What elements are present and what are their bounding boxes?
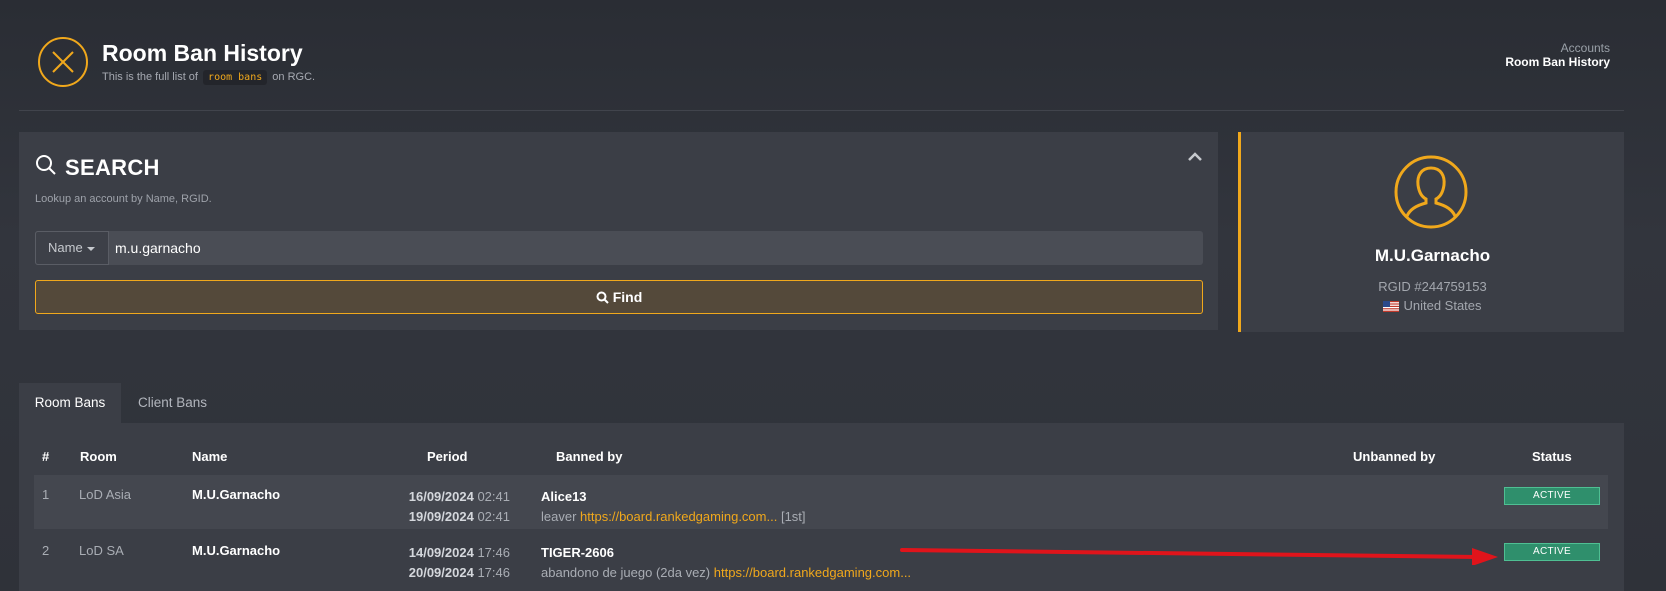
search-card: SEARCH Lookup an account by Name, RGID. …	[19, 132, 1218, 330]
period-start-time: 02:41	[477, 489, 510, 504]
subtitle-code-chip: room bans	[203, 70, 268, 85]
bans-table: # Room Name Period Banned by Unbanned by…	[19, 423, 1624, 591]
period-start-date: 14/09/2024	[408, 545, 474, 560]
period-start-time: 17:46	[477, 545, 510, 560]
ban-reason: leaver	[541, 509, 577, 524]
period-end-date: 19/09/2024	[408, 509, 474, 524]
find-button-label: Find	[612, 289, 643, 305]
profile-name: M.U.Garnacho	[1374, 246, 1491, 265]
ban-link[interactable]: https://board.rankedgaming.com...	[714, 565, 911, 580]
table-row: 1 LoD Asia M.U.Garnacho 16/09/2024 02:41…	[34, 475, 1608, 529]
page-title: Room Ban History	[102, 40, 303, 66]
row-banned-by: TIGER-2606 abandono de juego (2da vez) h…	[541, 543, 911, 583]
period-end-date: 20/09/2024	[408, 565, 474, 580]
subtitle-text: This is the full list of	[102, 71, 198, 83]
row-room: LoD SA	[79, 543, 124, 558]
close-circle-icon	[38, 37, 88, 87]
column-header-banned-by: Banned by	[556, 449, 623, 464]
profile-country: United States	[1241, 298, 1624, 315]
caret-down-icon	[86, 246, 95, 251]
profile-rgid: RGID #244759153	[1378, 279, 1487, 294]
us-flag-icon	[1383, 300, 1400, 315]
row-period: 14/09/2024 17:46 20/09/2024 17:46	[370, 543, 510, 583]
annotation-arrow-icon	[900, 548, 1498, 565]
subtitle-text-end: on RGC.	[272, 71, 316, 83]
column-header-unbanned-by: Unbanned by	[1353, 449, 1436, 464]
tab-client-bans[interactable]: Client Bans	[138, 383, 207, 423]
row-name[interactable]: M.U.Garnacho	[192, 487, 280, 502]
row-number: 2	[42, 543, 50, 558]
country-label: United States	[1403, 298, 1482, 313]
profile-card: M.U.Garnacho RGID #244759153 United Stat…	[1238, 132, 1624, 332]
user-avatar-icon	[1393, 154, 1469, 235]
column-header-status: Status	[1532, 449, 1572, 464]
ban-link[interactable]: https://board.rankedgaming.com...	[580, 509, 777, 524]
page-header: Room Ban History This is the full list o…	[38, 37, 1624, 91]
search-input[interactable]	[115, 231, 1195, 265]
period-end-time: 17:46	[477, 565, 510, 580]
banned-by-name[interactable]: TIGER-2606	[541, 543, 911, 563]
ban-suffix: [1st]	[780, 509, 806, 524]
row-period: 16/09/2024 02:41 19/09/2024 02:41	[370, 487, 510, 527]
breadcrumb-current: Room Ban History	[1505, 55, 1610, 69]
period-end-time: 02:41	[477, 509, 510, 524]
status-badge: ACTIVE	[1504, 487, 1600, 505]
search-icon	[35, 154, 57, 181]
select-label: Name	[48, 240, 83, 255]
row-room: LoD Asia	[79, 487, 132, 502]
column-header-room: Room	[80, 449, 117, 464]
ban-reason: abandono de juego (2da vez)	[541, 565, 711, 580]
tab-room-bans[interactable]: Room Bans	[19, 383, 121, 423]
search-icon	[596, 291, 609, 304]
row-number: 1	[42, 487, 50, 502]
find-button[interactable]: Find	[35, 280, 1203, 314]
row-banned-by: Alice13 leaver https://board.rankedgamin…	[541, 487, 806, 527]
status-badge: ACTIVE	[1504, 543, 1600, 561]
period-start-date: 16/09/2024	[408, 489, 474, 504]
chevron-up-icon[interactable]	[1188, 148, 1202, 166]
row-name[interactable]: M.U.Garnacho	[192, 543, 280, 558]
banned-by-name[interactable]: Alice13	[541, 487, 806, 507]
breadcrumb: Accounts Room Ban History	[1505, 41, 1610, 69]
search-title: SEARCH	[65, 155, 160, 180]
column-header-period: Period	[427, 449, 468, 464]
search-hint: Lookup an account by Name, RGID.	[35, 193, 212, 205]
search-input-group: Name	[35, 231, 1203, 265]
column-header-name: Name	[192, 449, 228, 464]
column-header-num: #	[42, 449, 50, 464]
header-divider	[19, 110, 1624, 111]
page-subtitle: This is the full list of room bans on RG…	[102, 70, 316, 85]
breadcrumb-accounts[interactable]: Accounts	[1505, 41, 1610, 55]
search-field-select[interactable]: Name	[35, 231, 109, 265]
